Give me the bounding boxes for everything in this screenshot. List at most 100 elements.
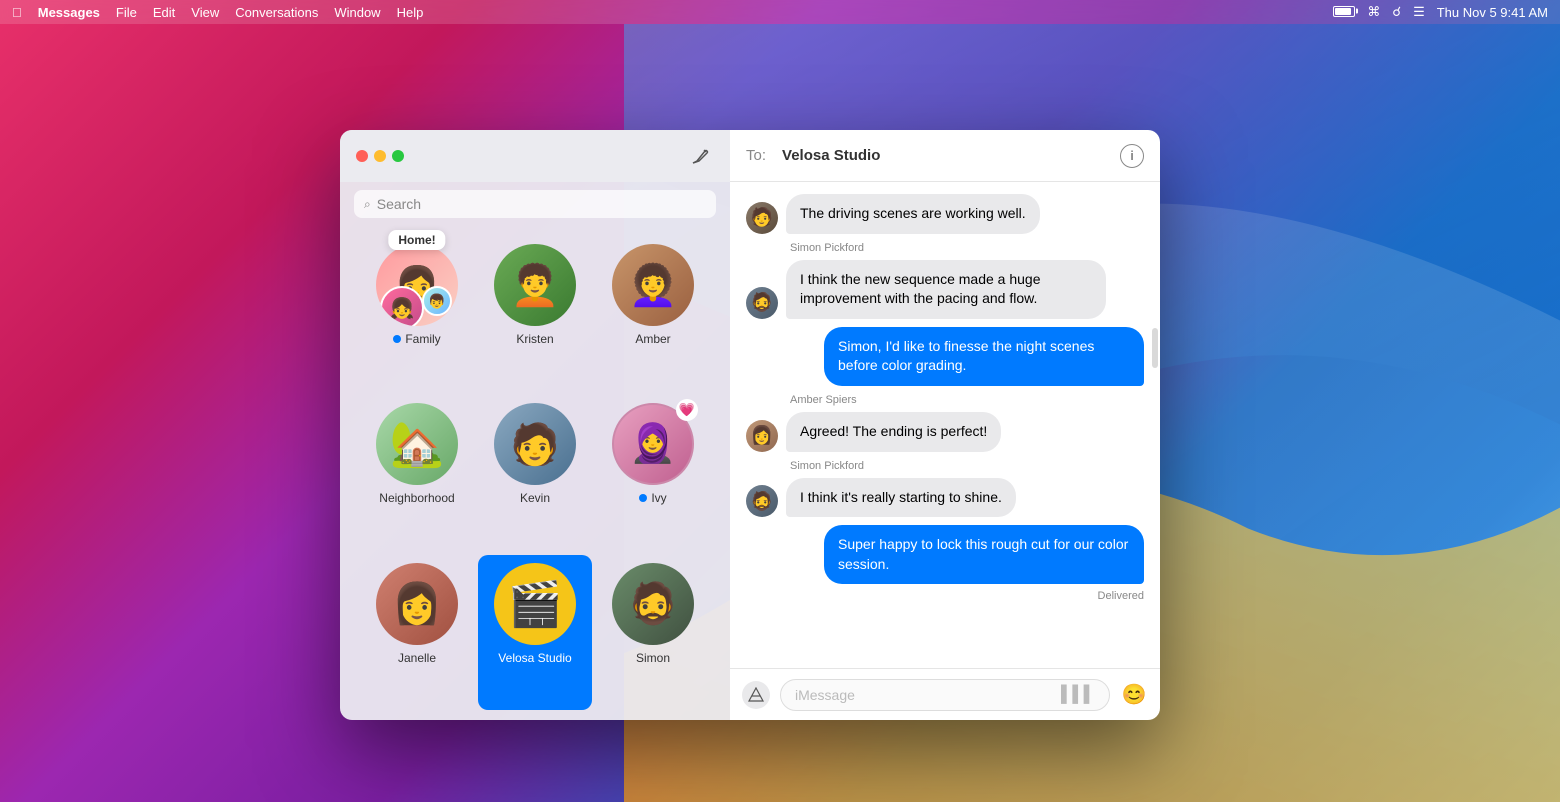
message-group-5: Simon Pickford 🧔 I think it's really sta… (746, 460, 1144, 518)
message-row-3: Simon, I'd like to finesse the night sce… (746, 327, 1144, 386)
neighborhood-name: Neighborhood (379, 491, 454, 505)
conversations-menu[interactable]: Conversations (235, 5, 318, 20)
message-placeholder: iMessage (795, 687, 1053, 703)
sender-label-amber: Amber Spiers (790, 394, 1144, 406)
message-group-2: Simon Pickford 🧔 I think the new sequenc… (746, 242, 1144, 319)
family-avatar: 👩 👧 👦 (376, 244, 458, 326)
janelle-avatar-wrapper: 👩 (376, 563, 458, 645)
close-button[interactable] (356, 150, 368, 162)
control-center-icon[interactable]: ☰ (1413, 4, 1425, 20)
janelle-name: Janelle (398, 651, 436, 665)
sidebar: ⌕ Search Home! 👩 👧 👦 (340, 130, 730, 720)
emoji-button[interactable]: 😊 (1120, 681, 1148, 709)
menubar:  Messages File Edit View Conversations … (0, 0, 1560, 24)
chat-recipient: Velosa Studio (782, 147, 880, 164)
home-tooltip: Home! (388, 230, 445, 250)
view-menu[interactable]: View (191, 5, 219, 20)
contact-grid: Home! 👩 👧 👦 Family (340, 226, 730, 720)
message-row-6: Super happy to lock this rough cut for o… (746, 525, 1144, 584)
velosa-name: Velosa Studio (498, 651, 571, 665)
message-row-4: 👩 Agreed! The ending is perfect! (746, 412, 1144, 452)
scroll-indicator[interactable] (1152, 328, 1158, 368)
contact-velosa[interactable]: 🎬 Velosa Studio (478, 555, 592, 710)
search-bar[interactable]: ⌕ Search (354, 190, 716, 218)
kristen-avatar: 🧑‍🦱 (494, 244, 576, 326)
sender-label-simon-1: Simon Pickford (790, 242, 1144, 254)
minimize-button[interactable] (374, 150, 386, 162)
file-menu[interactable]: File (116, 5, 137, 20)
chat-input-bar: iMessage ▌▌▌ 😊 (730, 668, 1160, 720)
amber-avatar: 👩‍🦱 (612, 244, 694, 326)
wifi-icon: ⌘ (1367, 4, 1380, 20)
message-row-5: 🧔 I think it's really starting to shine. (746, 478, 1144, 518)
contact-janelle[interactable]: 👩 Janelle (360, 555, 474, 710)
compose-button[interactable] (686, 142, 714, 170)
msg-avatar-simon-2: 🧔 (746, 485, 778, 517)
kristen-name: Kristen (516, 332, 553, 346)
sidebar-titlebar (340, 130, 730, 182)
app-store-button[interactable] (742, 681, 770, 709)
desktop:  Messages File Edit View Conversations … (0, 0, 1560, 802)
message-group-4: Amber Spiers 👩 Agreed! The ending is per… (746, 394, 1144, 452)
messages-window: ⌕ Search Home! 👩 👧 👦 (340, 130, 1160, 720)
bubble-5: I think it's really starting to shine. (786, 478, 1016, 518)
to-label: To: (746, 147, 766, 164)
search-placeholder: Search (377, 196, 421, 212)
ivy-name-row: Ivy (639, 491, 666, 505)
ivy-dot (639, 494, 647, 502)
bubble-1: The driving scenes are working well. (786, 194, 1040, 234)
message-row-1: 🧑 The driving scenes are working well. (746, 194, 1144, 234)
neighborhood-avatar-wrapper: 🏡 (376, 403, 458, 485)
bubble-2: I think the new sequence made a huge imp… (786, 260, 1106, 319)
edit-menu[interactable]: Edit (153, 5, 175, 20)
delivered-label: Delivered (746, 590, 1144, 602)
chat-header: To: Velosa Studio i (730, 130, 1160, 182)
help-menu[interactable]: Help (397, 5, 424, 20)
battery-icon (1333, 5, 1355, 20)
search-menubar-icon[interactable]: ☌ (1392, 4, 1401, 20)
contact-family[interactable]: Home! 👩 👧 👦 Family (360, 236, 474, 391)
velosa-avatar-wrapper: 🎬 (494, 563, 576, 645)
message-group-3: Simon, I'd like to finesse the night sce… (746, 327, 1144, 386)
kevin-name: Kevin (520, 491, 550, 505)
chat-panel: To: Velosa Studio i 🧑 The driving scenes… (730, 130, 1160, 720)
kevin-avatar: 🧑 (494, 403, 576, 485)
message-group-1: 🧑 The driving scenes are working well. (746, 194, 1144, 234)
heart-badge: 💗 (676, 399, 698, 421)
amber-avatar-wrapper: 👩‍🦱 (612, 244, 694, 326)
info-button[interactable]: i (1120, 144, 1144, 168)
contact-kristen[interactable]: 🧑‍🦱 Kristen (478, 236, 592, 391)
family-avatar-wrapper: Home! 👩 👧 👦 (376, 244, 458, 326)
msg-avatar-simon-1: 🧔 (746, 287, 778, 319)
simon-name: Simon (636, 651, 670, 665)
family-sub1: 👧 (380, 286, 424, 326)
msg-avatar-amber: 👩 (746, 420, 778, 452)
search-icon: ⌕ (364, 197, 371, 212)
app-name-menu[interactable]: Messages (38, 5, 100, 20)
contact-kevin[interactable]: 🧑 Kevin (478, 395, 592, 550)
simon-avatar-wrapper: 🧔 (612, 563, 694, 645)
msg-avatar-1: 🧑 (746, 202, 778, 234)
bubble-4: Agreed! The ending is perfect! (786, 412, 1001, 452)
bubble-3: Simon, I'd like to finesse the night sce… (824, 327, 1144, 386)
menubar-right: ⌘ ☌ ☰ Thu Nov 5 9:41 AM (1333, 4, 1548, 20)
family-dot (393, 335, 401, 343)
kevin-avatar-wrapper: 🧑 (494, 403, 576, 485)
sender-label-simon-2: Simon Pickford (790, 460, 1144, 472)
amber-name: Amber (635, 332, 670, 346)
apple-menu[interactable]:  (12, 5, 22, 20)
contact-ivy[interactable]: 💗 🧕 Ivy (596, 395, 710, 550)
message-input[interactable]: iMessage ▌▌▌ (780, 679, 1110, 711)
neighborhood-avatar: 🏡 (376, 403, 458, 485)
ivy-avatar-wrapper: 💗 🧕 (612, 403, 694, 485)
traffic-lights (356, 150, 404, 162)
waveform-icon: ▌▌▌ (1061, 686, 1095, 704)
family-sub2: 👦 (422, 286, 452, 316)
contact-neighborhood[interactable]: 🏡 Neighborhood (360, 395, 474, 550)
window-menu[interactable]: Window (334, 5, 380, 20)
contact-amber[interactable]: 👩‍🦱 Amber (596, 236, 710, 391)
contact-simon[interactable]: 🧔 Simon (596, 555, 710, 710)
simon-avatar: 🧔 (612, 563, 694, 645)
maximize-button[interactable] (392, 150, 404, 162)
velosa-avatar: 🎬 (494, 563, 576, 645)
